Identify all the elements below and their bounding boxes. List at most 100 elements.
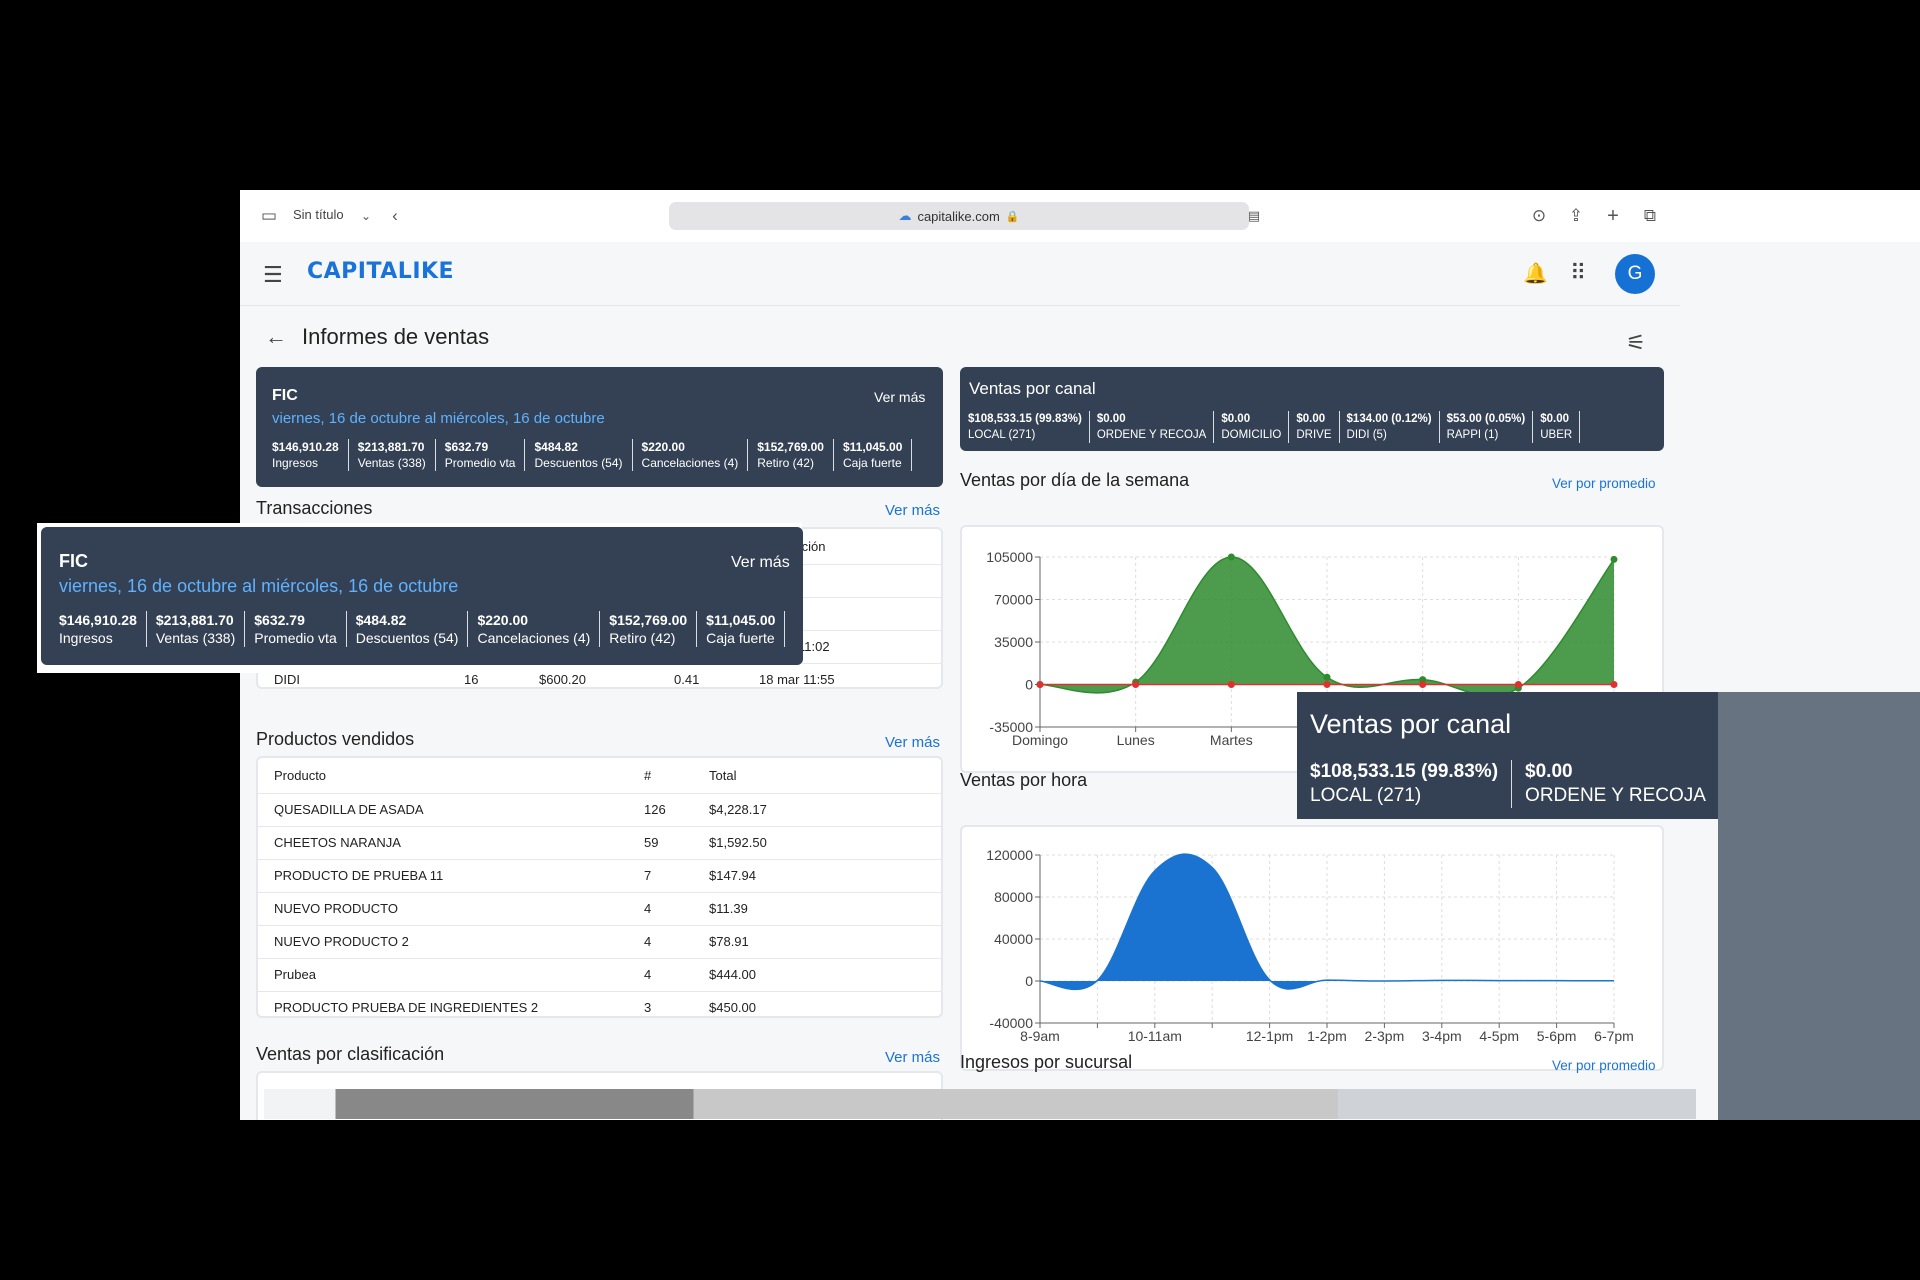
reader-icon[interactable]: ▤ [1242, 204, 1266, 228]
clasificacion-ver-mas-link[interactable]: Ver más [885, 1049, 940, 1066]
stat-item: $53.00 (0.05%) RAPPI (1) [1440, 411, 1534, 443]
new-tab-icon[interactable]: + [1601, 204, 1625, 228]
stat-item: $11,045.00 Caja fuerte [697, 611, 786, 647]
stat-item: $146,910.28 Ingresos [59, 611, 147, 647]
bell-icon[interactable]: 🔔 [1523, 261, 1548, 286]
stat-item: $632.79 Promedio vta [245, 611, 347, 647]
share-icon[interactable]: ⇪ [1564, 204, 1588, 228]
table-cell: Prubea [258, 958, 628, 992]
y-tick-label: 0 [1025, 973, 1033, 989]
stat-label: Caja fuerte [842, 456, 902, 470]
back-nav-icon[interactable]: ‹ [383, 204, 407, 228]
column-header[interactable]: # [628, 758, 693, 794]
stat-value: $152,769.00 [609, 612, 688, 628]
sucursal-ver-promedio-link[interactable]: Ver por promedio [1552, 1058, 1656, 1073]
stat-item: $152,769.00 Retiro (42) [600, 611, 698, 647]
stat-value: $146,910.28 [272, 440, 339, 454]
y-tick-label: 40000 [994, 931, 1033, 947]
y-tick-label: 120000 [986, 847, 1033, 863]
avatar[interactable]: G [1615, 254, 1655, 294]
stat-label: LOCAL (271) [968, 429, 1036, 441]
dia-semana-ver-promedio-link[interactable]: Ver por promedio [1552, 476, 1656, 491]
column-header[interactable]: Total [693, 758, 941, 794]
data-point [1227, 681, 1235, 688]
productos-ver-mas-link[interactable]: Ver más [885, 734, 940, 751]
stat-label: DIDI (5) [1346, 429, 1387, 441]
tab-title[interactable]: Sin título [293, 207, 344, 222]
table-cell: 59 [628, 826, 693, 860]
stat-item: $108,533.15 (99.83%) LOCAL (271) [968, 411, 1090, 443]
table-cell: QUESADILLA DE ASADA [258, 793, 628, 827]
table-row[interactable]: NUEVO PRODUCTO 2 4 $78.91 [258, 925, 941, 959]
y-tick-label: 70000 [994, 592, 1033, 608]
stat-value: $220.00 [477, 612, 529, 628]
table-cell: 4 [628, 892, 693, 926]
stat-label: Cancelaciones (4) [641, 456, 739, 470]
address-bar[interactable]: ☁ capitalike.com 🔒 [669, 202, 1249, 230]
data-point [1036, 681, 1044, 688]
stat-label: Descuentos (54) [355, 630, 459, 646]
zoom-canal-backdrop [1718, 692, 1920, 1120]
table-row[interactable]: Prubea 4 $444.00 [258, 958, 941, 992]
x-tick-label: 6-7pm [1594, 1028, 1634, 1044]
zoom-canal-stats: $108,533.15 (99.83%) LOCAL (271) $0.00 ORDE… [1310, 760, 1718, 808]
table-row[interactable]: NUEVO PRODUCTO 4 $11.39 [258, 892, 941, 926]
canal-summary-card: Ventas por canal $108,533.15 (99.83%) LOC… [960, 367, 1664, 451]
app-root: ☰ CAPITALIKE 🔔 ⠿ G ← Informes de ventas … [240, 242, 1680, 1120]
y-tick-label: 0 [1025, 677, 1033, 693]
stat-value: $220.00 [641, 440, 685, 454]
productos-table: Producto # Total QUESADILLA DE ASADA 126 $4,… [258, 758, 941, 1016]
fic-summary-card: FIC viernes, 16 de octubre al miércoles,… [256, 367, 943, 487]
transacciones-ver-mas-link[interactable]: Ver más [885, 502, 940, 519]
zoom-fic-ver-mas-link[interactable]: Ver más [731, 554, 790, 572]
stat-value: $53.00 (0.05%) [1446, 413, 1526, 425]
chevron-down-icon[interactable]: ⌄ [354, 204, 378, 228]
stat-item: $0.00 ORDENE Y RECOJA [1512, 760, 1718, 808]
table-row[interactable]: CHEETOS NARANJA 59 $1,592.50 [258, 826, 941, 860]
table-cell: $147.94 [693, 859, 941, 893]
table-cell: 4 [628, 925, 693, 959]
zoom-fic-card: FIC viernes, 16 de octubre al miércoles,… [41, 527, 803, 665]
x-tick-label: Domingo [1012, 732, 1068, 748]
zoom-fic-overlay: FIC viernes, 16 de octubre al miércoles,… [37, 523, 803, 673]
logo[interactable]: CAPITALIKE [307, 259, 454, 284]
column-header[interactable]: Producto [258, 758, 628, 794]
stat-label: DOMICILIO [1221, 429, 1282, 441]
canal-title: Ventas por canal [969, 379, 1096, 398]
zoom-canal-card: Ventas por canal $108,533.15 (99.83%) LOC… [1297, 692, 1718, 819]
tabs-overview-icon[interactable]: ⧉ [1638, 204, 1662, 228]
stat-label: Ingresos [272, 456, 319, 470]
table-cell: PRODUCTO PRUEBA DE INGREDIENTES 2 [258, 991, 628, 1016]
back-arrow-icon[interactable]: ← [265, 324, 287, 350]
stat-label: Retiro (42) [757, 456, 814, 470]
stat-label: Retiro (42) [609, 630, 676, 646]
x-tick-label: 8-9am [1020, 1028, 1060, 1044]
hora-chart-panel: 120000 80000 40000 0 -40000 8-9am 10-11am 12-1p… [960, 825, 1664, 1071]
fic-stats: $146,910.28 Ingresos $213,881.70 Ventas (33… [272, 439, 913, 471]
fic-date-range[interactable]: viernes, 16 de octubre al miércoles, 16 … [272, 410, 605, 427]
filter-settings-icon[interactable]: ⚟ [1626, 330, 1646, 356]
stat-label: Ventas (338) [155, 630, 236, 646]
stat-value: $213,881.70 [155, 612, 234, 628]
table-row[interactable]: PRODUCTO DE PRUEBA 11 7 $147.94 [258, 859, 941, 893]
stat-value: $11,045.00 [842, 440, 903, 454]
stat-value: $632.79 [254, 612, 305, 628]
stat-item: $152,769.00 Retiro (42) [748, 439, 834, 471]
y-tick-label: 35000 [994, 634, 1033, 650]
x-tick-label: 10-11am [1128, 1028, 1182, 1044]
menu-icon[interactable]: ☰ [263, 262, 283, 288]
download-icon[interactable]: ⊙ [1527, 204, 1551, 228]
data-point [1323, 673, 1331, 681]
apps-grid-icon[interactable]: ⠿ [1570, 260, 1586, 286]
stat-item: $220.00 Cancelaciones (4) [468, 611, 601, 647]
stat-item: $220.00 Cancelaciones (4) [633, 439, 749, 471]
zoom-fic-date-range[interactable]: viernes, 16 de octubre al miércoles, 16 … [59, 576, 458, 597]
stat-item: $0.00 UBER [1533, 411, 1581, 443]
table-row[interactable]: PRODUCTO PRUEBA DE INGREDIENTES 2 3 $450.0… [258, 991, 941, 1016]
fic-ver-mas-link[interactable]: Ver más [874, 389, 925, 405]
stat-item: $146,910.28 Ingresos [272, 439, 349, 471]
table-row[interactable]: QUESADILLA DE ASADA 126 $4,228.17 [258, 793, 941, 827]
sidebar-toggle-icon[interactable]: ▭ [257, 204, 281, 228]
stat-label: Caja fuerte [706, 630, 775, 646]
zoom-fic-stats: $146,910.28 Ingresos $213,881.70 Ventas (33… [59, 611, 786, 647]
